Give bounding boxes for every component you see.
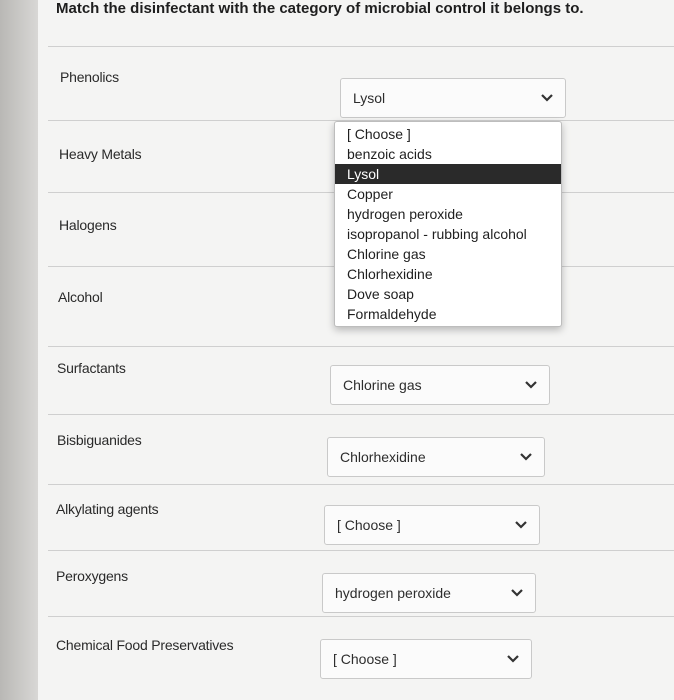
answer-select-peroxygens[interactable]: hydrogen peroxide — [322, 573, 536, 613]
chevron-down-icon — [541, 94, 553, 102]
match-row-chemical-food-preservatives: Chemical Food Preservatives [ Choose ] — [38, 617, 674, 700]
answer-dropdown-list[interactable]: [ Choose ] benzoic acids Lysol Copper hy… — [334, 121, 562, 327]
match-row-surfactants: Surfactants Chlorine gas — [38, 347, 674, 415]
answer-select-chemical-food-preservatives[interactable]: [ Choose ] — [320, 639, 532, 679]
chevron-down-icon — [515, 521, 527, 529]
dropdown-option-lysol[interactable]: Lysol — [335, 164, 561, 184]
select-value: [ Choose ] — [337, 517, 401, 533]
dropdown-option-benzoic-acids[interactable]: benzoic acids — [335, 144, 561, 164]
row-label: Peroxygens — [56, 568, 128, 584]
row-label: Phenolics — [60, 69, 119, 85]
row-label: Alcohol — [58, 289, 103, 305]
answer-select-bisbiguanides[interactable]: Chlorhexidine — [327, 437, 545, 477]
row-label: Heavy Metals — [59, 146, 142, 162]
row-label: Chemical Food Preservatives — [56, 637, 234, 653]
row-label: Bisbiguanides — [57, 432, 142, 448]
row-label: Halogens — [59, 217, 117, 233]
answer-select-phenolics[interactable]: Lysol — [340, 78, 566, 118]
dropdown-option-dove-soap[interactable]: Dove soap — [335, 284, 561, 304]
chevron-down-icon — [520, 453, 532, 461]
dropdown-option-chlorhexidine[interactable]: Chlorhexidine — [335, 264, 561, 284]
question-text: Match the disinfectant with the category… — [56, 0, 584, 17]
select-value: Lysol — [353, 90, 386, 106]
dropdown-option-chlorine-gas[interactable]: Chlorine gas — [335, 244, 561, 264]
left-rail — [0, 0, 38, 700]
chevron-down-icon — [525, 381, 537, 389]
select-value: [ Choose ] — [333, 651, 397, 667]
match-row-alkylating-agents: Alkylating agents [ Choose ] — [38, 485, 674, 551]
dropdown-option-hydrogen-peroxide[interactable]: hydrogen peroxide — [335, 204, 561, 224]
select-value: hydrogen peroxide — [335, 585, 451, 601]
chevron-down-icon — [507, 655, 519, 663]
row-label: Alkylating agents — [56, 501, 159, 517]
answer-select-surfactants[interactable]: Chlorine gas — [330, 365, 550, 405]
answer-select-alkylating-agents[interactable]: [ Choose ] — [324, 505, 540, 545]
chevron-down-icon — [511, 589, 523, 597]
match-row-peroxygens: Peroxygens hydrogen peroxide — [38, 551, 674, 617]
dropdown-option-formaldehyde[interactable]: Formaldehyde — [335, 304, 561, 324]
dropdown-option-copper[interactable]: Copper — [335, 184, 561, 204]
match-row-bisbiguanides: Bisbiguanides Chlorhexidine — [38, 415, 674, 485]
select-value: Chlorine gas — [343, 377, 422, 393]
dropdown-option-choose[interactable]: [ Choose ] — [335, 124, 561, 144]
row-label: Surfactants — [57, 360, 126, 376]
match-row-phenolics: Phenolics Lysol — [38, 46, 674, 121]
dropdown-option-isopropanol[interactable]: isopropanol - rubbing alcohol — [335, 224, 561, 244]
select-value: Chlorhexidine — [340, 449, 426, 465]
